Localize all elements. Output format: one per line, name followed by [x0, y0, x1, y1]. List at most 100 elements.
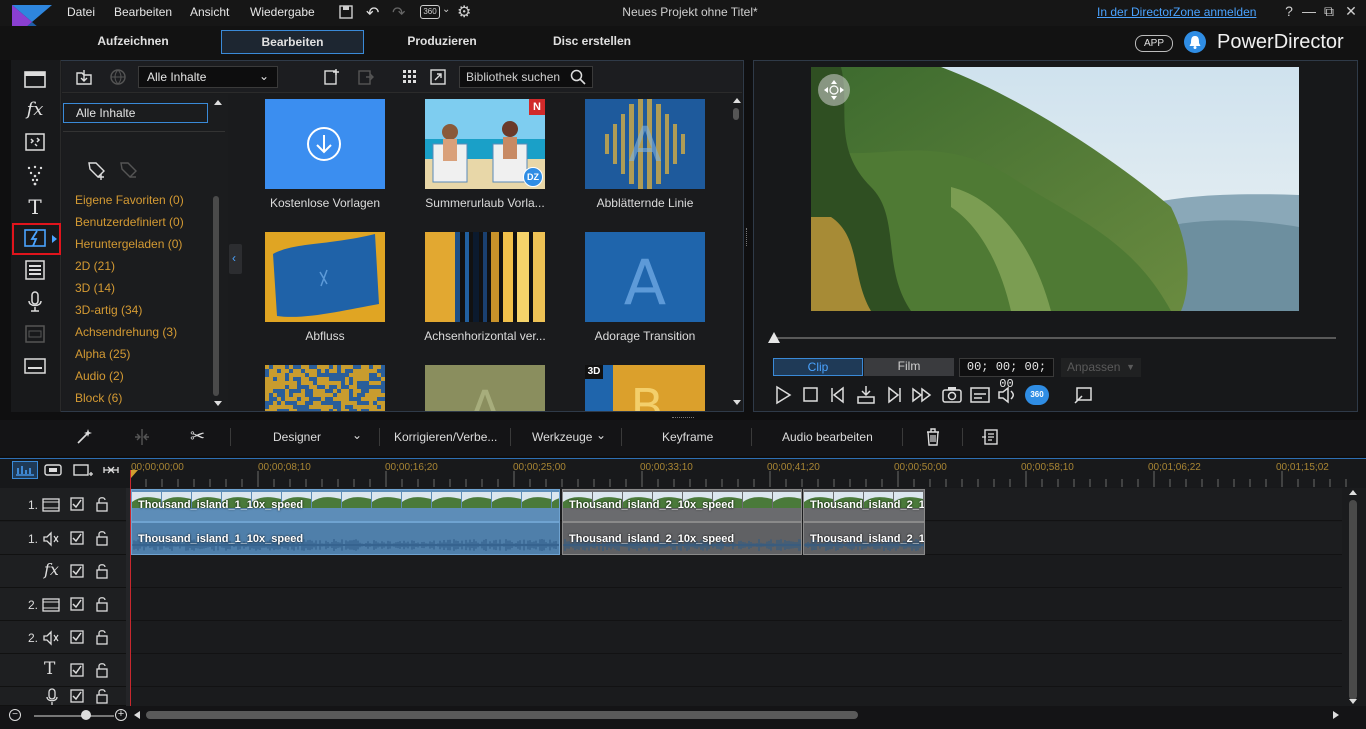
lock-icon[interactable] — [95, 496, 109, 512]
search-icon[interactable] — [570, 69, 586, 85]
video-clip[interactable]: Thousand_island_2_10x_speed — [562, 489, 802, 522]
lock-icon[interactable] — [95, 530, 109, 546]
chapter-room-icon[interactable] — [23, 322, 47, 346]
track-enable-checkbox[interactable] — [70, 663, 84, 677]
tab-produzieren[interactable]: Produzieren — [375, 30, 509, 54]
tab-bearbeiten[interactable]: Bearbeiten — [221, 30, 364, 54]
timecode-display[interactable]: 00; 00; 00; 00 — [959, 358, 1054, 391]
fix-enhance-button[interactable]: Korrigieren/Verbe... — [394, 430, 497, 444]
track-enable-checkbox[interactable] — [70, 564, 84, 578]
thumb-summerurlaub[interactable]: N DZ — [425, 99, 545, 189]
tab-aufzeichnen[interactable]: Aufzeichnen — [66, 30, 200, 54]
fit-timeline-icon[interactable] — [72, 461, 94, 479]
chevron-down-icon[interactable]: ⌄ — [352, 428, 362, 442]
directorzone-login-link[interactable]: In der DirectorZone anmelden — [1097, 5, 1256, 19]
category-block[interactable]: Block (6) — [75, 391, 122, 405]
play-icon[interactable] — [772, 384, 794, 406]
category-3d[interactable]: 3D (14) — [75, 281, 115, 295]
thumb-abblaetternde-linie[interactable]: A — [585, 99, 705, 189]
split-clip-icon[interactable] — [855, 384, 877, 406]
volume-icon[interactable] — [996, 384, 1018, 406]
expand-timeline-icon[interactable] — [100, 461, 122, 479]
preview-scrub-bar[interactable] — [772, 337, 1336, 339]
lock-icon[interactable] — [95, 563, 109, 579]
zoom-slider[interactable] — [34, 715, 114, 717]
magic-tool-icon[interactable] — [74, 427, 94, 447]
zoom-in-button[interactable]: + — [115, 709, 127, 721]
scroll-up-icon[interactable] — [733, 98, 741, 103]
playhead-marker[interactable] — [131, 470, 138, 478]
trim-icon[interactable] — [132, 427, 152, 447]
scroll-thumb[interactable] — [733, 108, 739, 120]
video-clip[interactable]: Thousand_island_2_10 — [803, 489, 925, 522]
help-button[interactable]: ? — [1279, 3, 1299, 21]
remove-tag-icon[interactable] — [118, 159, 140, 181]
voice-over-room-icon[interactable] — [23, 290, 47, 314]
360-view-button[interactable]: 360 — [1025, 385, 1049, 405]
fx-room-icon[interactable]: fx — [23, 98, 47, 122]
audio-clip[interactable]: Thousand_island_2_10 — [803, 522, 925, 555]
snapshot-icon[interactable] — [941, 384, 963, 406]
lock-icon[interactable] — [95, 596, 109, 612]
360-navigation-control[interactable] — [818, 74, 850, 106]
audio-clip[interactable]: Thousand_island_1_10x_speed — [131, 522, 560, 555]
thumb-kostenlose-vorlagen[interactable] — [265, 99, 385, 189]
scrub-handle[interactable] — [768, 332, 780, 343]
import-media-icon[interactable] — [74, 67, 94, 87]
trash-icon[interactable] — [924, 427, 942, 447]
menu-ansicht[interactable]: Ansicht — [190, 5, 229, 19]
directorzone-download-icon[interactable] — [108, 67, 128, 87]
particle-room-icon[interactable] — [23, 163, 47, 187]
audio-clip[interactable]: Thousand_island_2_10x_speed — [562, 522, 802, 555]
undo-icon[interactable]: ↶ — [366, 3, 379, 23]
close-button[interactable]: ✕ — [1341, 3, 1361, 21]
360-view-icon[interactable]: 360 — [420, 5, 440, 19]
save-icon[interactable] — [338, 4, 354, 20]
export-icon[interactable] — [356, 67, 376, 87]
timeline-playhead[interactable] — [130, 470, 131, 706]
previous-frame-icon[interactable] — [828, 384, 850, 406]
undock-preview-icon[interactable] — [1072, 384, 1094, 406]
stop-icon[interactable] — [800, 384, 822, 406]
category-2d[interactable]: 2D (21) — [75, 259, 115, 273]
collapse-panel-button[interactable]: ‹ — [229, 244, 242, 274]
next-frame-icon[interactable] — [883, 384, 905, 406]
category-benutzerdefiniert[interactable]: Benutzerdefiniert (0) — [75, 215, 184, 229]
title-room-icon[interactable]: T — [23, 195, 47, 219]
gear-icon[interactable]: ⚙ — [457, 2, 471, 22]
video-clip[interactable]: Thousand_island_1_10x_speed — [131, 489, 560, 522]
track-enable-checkbox[interactable] — [70, 531, 84, 545]
scroll-up-icon[interactable] — [1349, 490, 1357, 495]
expand-icon[interactable] — [428, 67, 448, 87]
grid-view-icon[interactable] — [400, 67, 420, 87]
add-tag-icon[interactable] — [86, 159, 108, 181]
track-row[interactable] — [130, 555, 1342, 588]
category-eigene-favoriten[interactable]: Eigene Favoriten (0) — [75, 193, 184, 207]
thumb-abfluss[interactable] — [265, 232, 385, 322]
track-row[interactable] — [130, 588, 1342, 621]
scroll-down-icon[interactable] — [1349, 699, 1357, 704]
library-search-input[interactable]: Bibliothek suchen — [459, 66, 593, 88]
clip-mode-button[interactable]: Clip — [773, 358, 863, 376]
track-row[interactable] — [130, 621, 1342, 654]
fit-dropdown[interactable]: Anpassen ▼ — [1061, 358, 1141, 377]
designer-button[interactable]: Designer — [273, 430, 321, 444]
category-all-content[interactable]: Alle Inhalte — [63, 103, 208, 123]
audio-edit-button[interactable]: Audio bearbeiten — [782, 430, 873, 444]
scissors-icon[interactable]: ✂ — [190, 426, 205, 447]
track-enable-checkbox[interactable] — [70, 497, 84, 511]
tools-menu-button[interactable]: Werkzeuge — [532, 430, 592, 444]
keyframe-button[interactable]: Keyframe — [662, 430, 713, 444]
menu-wiedergabe[interactable]: Wiedergabe — [250, 5, 315, 19]
storyboard-view-icon[interactable] — [42, 461, 64, 479]
category-achsendrehung[interactable]: Achsendrehung (3) — [75, 325, 177, 339]
lock-icon[interactable] — [95, 662, 109, 678]
menu-bearbeiten[interactable]: Bearbeiten — [114, 5, 172, 19]
app-badge[interactable]: APP — [1135, 35, 1173, 52]
chevron-down-icon[interactable]: ⌄ — [596, 428, 606, 442]
category-heruntergeladen[interactable]: Heruntergeladen (0) — [75, 237, 182, 251]
library-scrollbar[interactable] — [731, 94, 741, 411]
scroll-left-icon[interactable] — [134, 711, 140, 719]
media-room-icon[interactable] — [23, 67, 47, 91]
track-enable-checkbox[interactable] — [70, 630, 84, 644]
